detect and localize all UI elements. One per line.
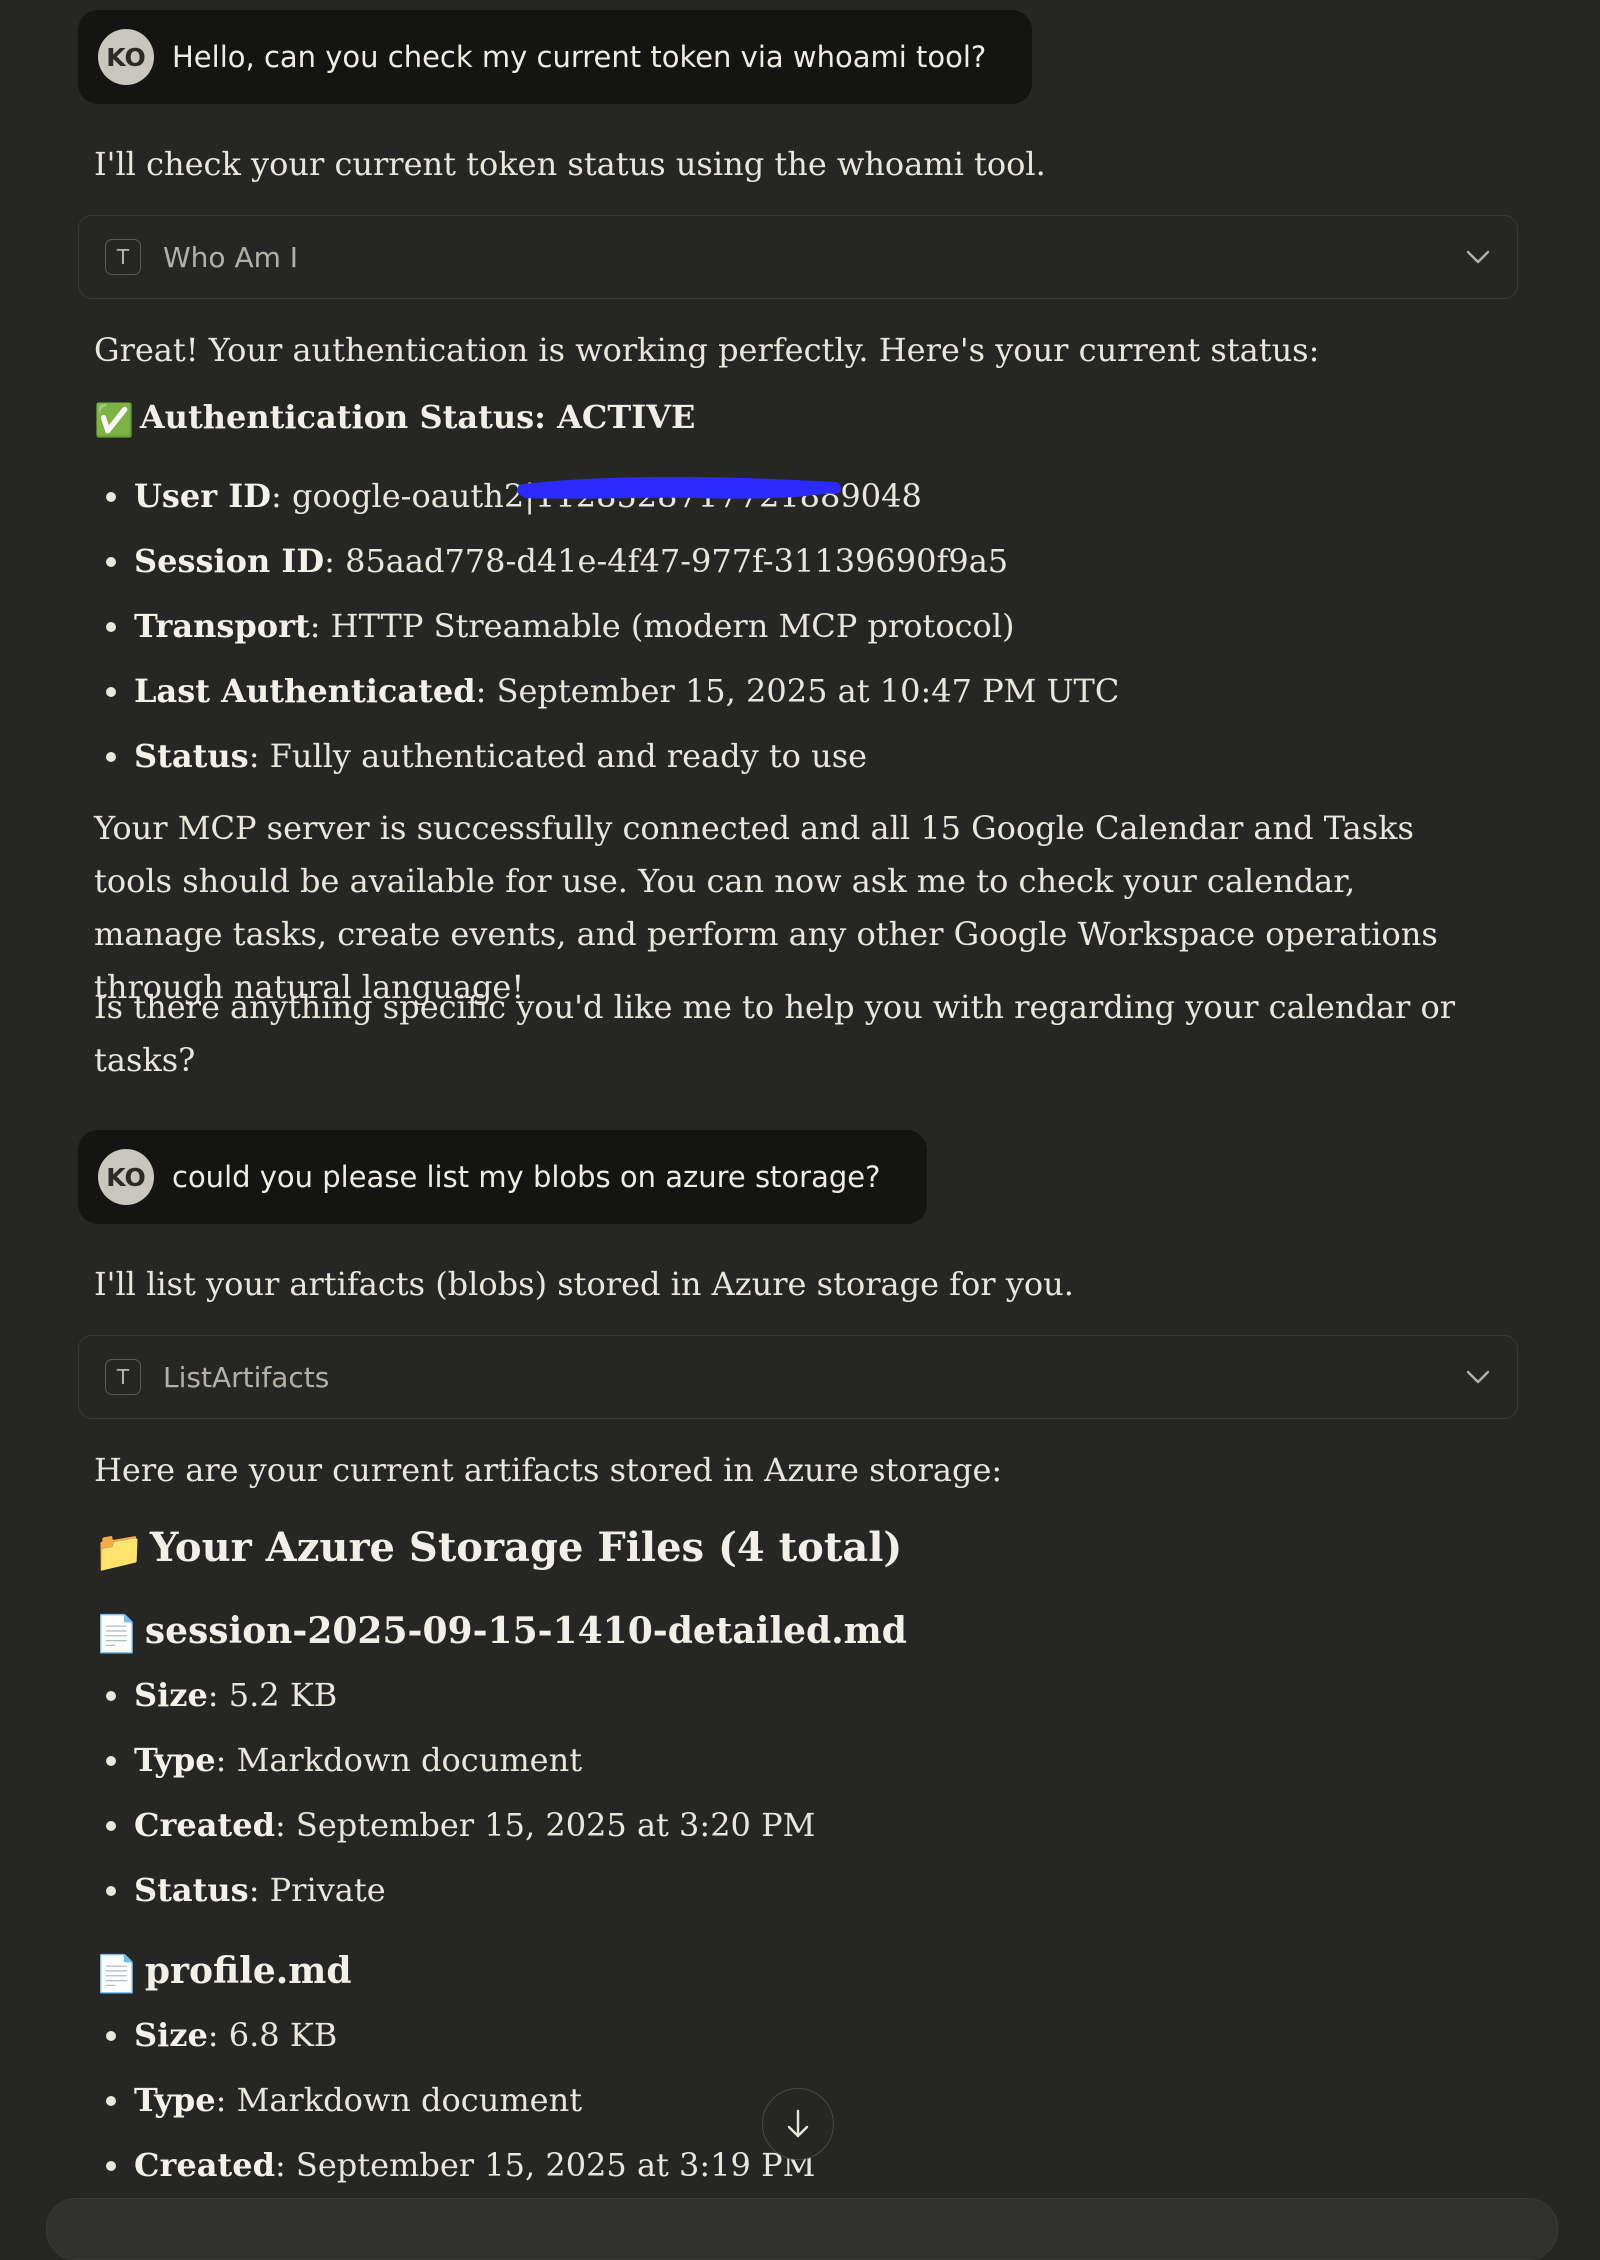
file-heading: 📄 profile.md (94, 1950, 352, 1995)
file-props-list: Size: 5.2 KB Type: Markdown document Cre… (94, 1663, 815, 1923)
detail-label: Status (134, 737, 249, 775)
prop-label: Size (134, 2016, 208, 2054)
response-intro-text: Great! Your authentication is working pe… (94, 331, 1320, 369)
folder-icon: 📁 (94, 1527, 144, 1575)
prop-label: Created (134, 2146, 275, 2184)
detail-label: Last Authenticated (134, 672, 476, 710)
list-item: Created: September 15, 2025 at 3:19 PM (94, 2133, 815, 2198)
prop-value: : September 15, 2025 at 3:19 PM (274, 2146, 816, 2184)
prop-value: : Markdown document (215, 1741, 583, 1779)
list-item: Status: Fully authenticated and ready to… (94, 724, 1119, 789)
document-icon: 📄 (94, 1613, 139, 1655)
user-message: KO could you please list my blobs on azu… (78, 1130, 927, 1224)
prop-value: : 6.8 KB (207, 2016, 338, 2054)
tool-call-name: Who Am I (163, 240, 299, 274)
scroll-to-bottom-button[interactable] (762, 2088, 834, 2160)
prop-value: : 5.2 KB (207, 1676, 338, 1714)
prop-label: Size (134, 1676, 208, 1714)
file-name: session-2025-09-15-1410-detailed.md (144, 1610, 907, 1652)
message-composer[interactable] (46, 2198, 1558, 2260)
tool-letter-icon: T (105, 239, 141, 275)
detail-label: User ID (134, 477, 271, 515)
prop-value: : Markdown document (215, 2081, 583, 2119)
tool-call-card[interactable]: T Who Am I (78, 215, 1518, 299)
redaction-scribble (517, 476, 841, 499)
assistant-intro-text: I'll list your artifacts (blobs) stored … (94, 1265, 1074, 1303)
user-avatar: KO (98, 29, 154, 85)
detail-label: Session ID (134, 542, 325, 580)
chevron-down-icon[interactable] (1465, 1369, 1491, 1385)
detail-label: Transport (134, 607, 310, 645)
list-item: Status: Private (94, 1858, 815, 1923)
storage-files-heading-text: Your Azure Storage Files (4 total) (149, 1524, 903, 1571)
user-message: KO Hello, can you check my current token… (78, 10, 1033, 104)
storage-files-heading: 📁 Your Azure Storage Files (4 total) (94, 1524, 902, 1575)
prop-label: Type (134, 2081, 216, 2119)
detail-value: : September 15, 2025 at 10:47 PM UTC (475, 672, 1120, 710)
document-icon: 📄 (94, 1953, 139, 1995)
tool-call-card[interactable]: T ListArtifacts (78, 1335, 1518, 1419)
list-item: Type: Markdown document (94, 1728, 815, 1793)
list-item: Created: September 15, 2025 at 3:20 PM (94, 1793, 815, 1858)
detail-value: : HTTP Streamable (modern MCP protocol) (309, 607, 1015, 645)
arrow-down-icon (787, 2109, 809, 2138)
chevron-down-icon[interactable] (1465, 249, 1491, 265)
auth-status-heading: ✅ Authentication Status: ACTIVE (94, 398, 695, 439)
follow-up-question: Is there anything specific you'd like me… (94, 988, 1456, 1079)
list-item: Last Authenticated: September 15, 2025 a… (94, 659, 1119, 724)
prop-label: Status (134, 1871, 249, 1909)
assistant-intro-text: I'll check your current token status usi… (94, 145, 1046, 183)
prop-label: Created (134, 1806, 275, 1844)
list-item: Type: Markdown document (94, 2068, 815, 2133)
response-intro-text: Here are your current artifacts stored i… (94, 1451, 1003, 1489)
file-heading: 📄 session-2025-09-15-1410-detailed.md (94, 1610, 907, 1655)
list-item: Size: 6.8 KB (94, 2003, 815, 2068)
auth-status-heading-text: Authentication Status: ACTIVE (139, 398, 696, 436)
detail-value: : Fully authenticated and ready to use (248, 737, 868, 775)
prop-label: Type (134, 1741, 216, 1779)
tool-letter-icon: T (105, 1359, 141, 1395)
prop-value: : September 15, 2025 at 3:20 PM (274, 1806, 816, 1844)
list-item: Size: 5.2 KB (94, 1663, 815, 1728)
file-props-list: Size: 6.8 KB Type: Markdown document Cre… (94, 2003, 815, 2198)
user-avatar: KO (98, 1149, 154, 1205)
file-name: profile.md (144, 1950, 352, 1992)
tool-call-name: ListArtifacts (163, 1360, 330, 1394)
check-mark-icon: ✅ (94, 400, 134, 439)
list-item: Session ID: 85aad778-d41e-4f47-977f-3113… (94, 529, 1119, 594)
user-message-text: could you please list my blobs on azure … (172, 1160, 881, 1194)
auth-details-list: User ID: google-oauth2|11285287177218890… (94, 464, 1119, 789)
prop-value: : Private (248, 1871, 386, 1909)
detail-value: : 85aad778-d41e-4f47-977f-31139690f9a5 (324, 542, 1009, 580)
list-item: Transport: HTTP Streamable (modern MCP p… (94, 594, 1119, 659)
user-message-text: Hello, can you check my current token vi… (172, 40, 987, 74)
